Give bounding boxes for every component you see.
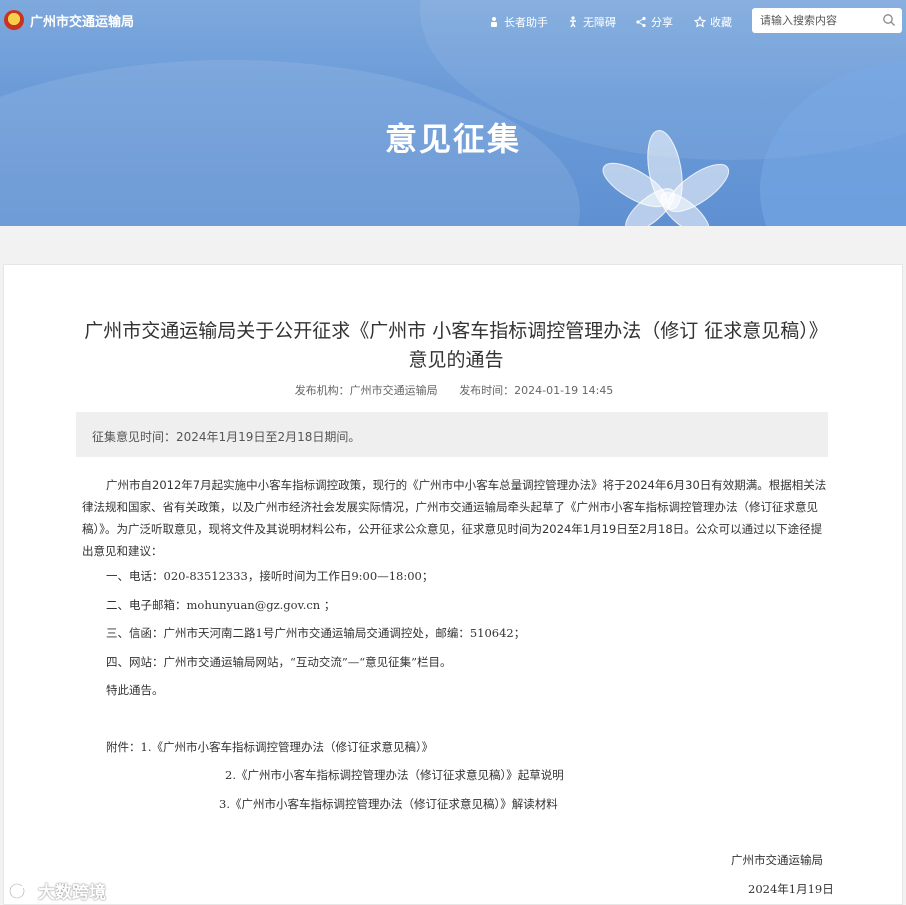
intro-paragraph: 广州市自2012年7月起实施中小客车指标调控政策，现行的《广州市中小客车总量调控…	[82, 478, 827, 558]
elder-assistant-icon	[491, 17, 497, 27]
attachment-3[interactable]: 3.《广州市小客车指标调控管理办法（修订征求意见稿）》解读材料	[219, 796, 558, 812]
share-label: 分享	[651, 16, 673, 29]
channel-email: 二、电子邮箱：mohunyuan@gz.gov.cn ；	[106, 598, 336, 612]
top-bar: 广州市交通运输局 长者助手 无障碍 分享 收藏	[0, 0, 906, 42]
article-card: 广州市交通运输局关于公开征求《广州市 小客车指标调控管理办法（修订 征求意见稿）…	[3, 264, 903, 905]
favorite-label: 收藏	[710, 16, 732, 29]
search-icon[interactable]	[882, 13, 896, 27]
favorite-button[interactable]: 收藏	[694, 14, 732, 30]
notice-box: 征集意见时间：2024年1月19日至2月18日期间。	[76, 412, 828, 457]
attachment-2[interactable]: 2.《广州市小客车指标调控管理办法（修订征求意见稿）》起草说明	[225, 767, 564, 783]
signature: 广州市交通运输局	[731, 853, 823, 867]
signature-date: 2024年1月19日	[748, 882, 834, 896]
banner-title: 意见征集	[384, 120, 521, 158]
article-meta: 发布机构：广州市交通运输局 发布时间：2024-01-19 14:45	[4, 382, 904, 398]
accessibility-button[interactable]: 无障碍	[567, 14, 616, 30]
article-title: 广州市交通运输局关于公开征求《广州市 小客车指标调控管理办法（修订 征求意见稿）…	[84, 320, 828, 371]
share-icon	[636, 16, 646, 28]
watermark-logo-icon	[8, 882, 33, 899]
share-button[interactable]: 分享	[635, 14, 673, 30]
channel-phone: 一、电话：020-83512333，接听时间为工作日9:00—18:00；	[106, 569, 434, 583]
star-icon	[694, 16, 706, 28]
emblem-logo	[4, 10, 24, 30]
channel-letter: 三、信函：广州市天河南二路1号广州市交通运输局交通调控处，邮编：510642；	[106, 626, 526, 640]
closing-text: 特此通告。	[106, 683, 164, 697]
attachment-1[interactable]: 附件：1.《广州市小客车指标调控管理办法（修订征求意见稿）》	[106, 739, 433, 755]
accessibility-label: 无障碍	[583, 16, 616, 29]
search-box	[752, 8, 902, 33]
watermark: 大数跨境	[8, 878, 106, 903]
publish-time: 发布时间：2024-01-19 14:45	[459, 384, 614, 397]
watermark-text: 大数跨境	[38, 883, 106, 903]
publisher: 发布机构：广州市交通运输局	[294, 384, 438, 397]
elder-assistant-label: 长者助手	[504, 16, 548, 29]
elder-assistant-button[interactable]: 长者助手	[488, 14, 548, 30]
site-name[interactable]: 广州市交通运输局	[30, 11, 134, 30]
banner: 广州市交通运输局 长者助手 无障碍 分享 收藏 意见征集	[0, 0, 906, 226]
accessibility-icon	[570, 16, 576, 28]
channel-website: 四、网站：广州市交通运输局网站，“互动交流”—“意见征集”栏目。	[106, 655, 452, 669]
search-input[interactable]	[752, 8, 876, 33]
